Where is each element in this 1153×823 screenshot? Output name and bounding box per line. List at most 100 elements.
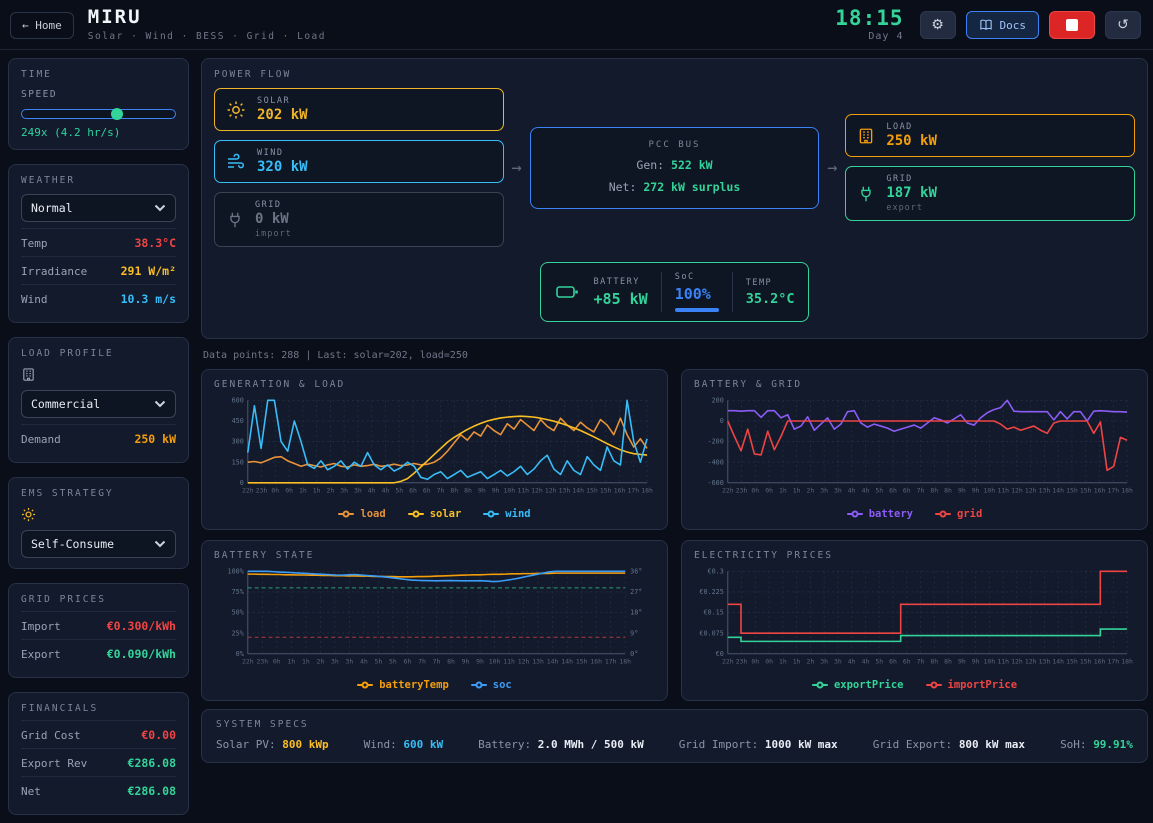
weather-rows: Temp 38.3°CIrradiance 291 W/m²Wind 10.3 … xyxy=(21,228,176,312)
legend-item-solar[interactable]: solar xyxy=(408,508,462,520)
speed-slider-thumb[interactable] xyxy=(111,108,123,120)
svg-text:4h: 4h xyxy=(382,487,390,495)
chart-legend: battery grid xyxy=(694,506,1135,523)
svg-text:3h: 3h xyxy=(346,658,354,666)
svg-text:-400: -400 xyxy=(708,458,724,466)
settings-button[interactable]: ⚙ xyxy=(920,11,956,39)
legend-item-importPrice[interactable]: importPrice xyxy=(926,679,1018,691)
kv-row: Export €0.090/kWh xyxy=(21,639,176,667)
charts-grid: GENERATION & LOAD 015030045060022h23h0h0… xyxy=(201,369,1148,701)
legend-marker-icon xyxy=(357,684,373,686)
reset-icon: ↺ xyxy=(1117,17,1129,33)
svg-text:16h: 16h xyxy=(614,487,626,495)
legend-item-grid[interactable]: grid xyxy=(935,508,982,520)
svg-text:9h: 9h xyxy=(492,487,500,495)
svg-text:13h: 13h xyxy=(1039,487,1051,495)
kv-row: Wind 10.3 m/s xyxy=(21,284,176,312)
financials-panel-title: FINANCIALS xyxy=(21,703,176,714)
spec-label: Battery: xyxy=(478,738,531,751)
svg-text:7h: 7h xyxy=(917,487,925,495)
kv-value: €0.00 xyxy=(141,728,176,742)
legend-label: importPrice xyxy=(948,679,1018,691)
financials-rows: Grid Cost €0.00Export Rev €286.08Net €28… xyxy=(21,720,176,804)
svg-text:17h: 17h xyxy=(605,658,617,666)
svg-text:9°: 9° xyxy=(630,629,638,637)
spec-label: Grid Import: xyxy=(679,738,758,751)
battery-grid-chart: 2000-200-400-60022h23h0h0h1h1h2h3h3h4h4h… xyxy=(694,394,1135,506)
legend-item-wind[interactable]: wind xyxy=(483,508,530,520)
legend-marker-icon xyxy=(847,513,863,515)
battery-state-chart-panel: BATTERY STATE 0%25%50%75%100%0°9°18°27°3… xyxy=(201,540,668,701)
power-flow-panel: POWER FLOW SOLAR 202 kW xyxy=(201,58,1148,339)
svg-text:11h: 11h xyxy=(997,487,1009,495)
kv-value: €286.08 xyxy=(128,784,176,798)
chart-legend: exportPrice importPrice xyxy=(694,677,1135,694)
spec-label: SoH: xyxy=(1060,738,1087,751)
solar-card-value: 202 kW xyxy=(257,107,308,123)
load-card-label: LOAD xyxy=(886,122,937,132)
pcc-bus-card: PCC BUS Gen: 522 kW Net: 272 kW surplus xyxy=(530,127,820,209)
time-panel: TIME SPEED 249x (4.2 hr/s) xyxy=(8,58,189,150)
svg-text:6h: 6h xyxy=(889,658,897,666)
svg-text:23h: 23h xyxy=(736,658,748,666)
svg-text:15h: 15h xyxy=(600,487,612,495)
svg-text:7h: 7h xyxy=(418,658,426,666)
back-arrow-icon: ← xyxy=(22,19,29,32)
spec-item: Grid Export: 800 kW max xyxy=(873,738,1025,751)
legend-label: load xyxy=(360,508,385,520)
svg-text:2h: 2h xyxy=(806,658,814,666)
svg-text:10h: 10h xyxy=(504,487,516,495)
docs-button[interactable]: Docs xyxy=(966,11,1040,39)
flow-arrow-left: → xyxy=(506,158,528,178)
legend-item-batteryTemp[interactable]: batteryTemp xyxy=(357,679,449,691)
svg-text:4h: 4h xyxy=(848,487,856,495)
svg-text:50%: 50% xyxy=(232,609,244,617)
speed-label: SPEED xyxy=(21,89,176,100)
legend-item-battery[interactable]: battery xyxy=(847,508,913,520)
load-profile-select[interactable]: Commercial xyxy=(21,390,176,418)
svg-text:8h: 8h xyxy=(464,487,472,495)
svg-text:€0.15: €0.15 xyxy=(703,609,723,617)
reset-button[interactable]: ↺ xyxy=(1105,11,1141,39)
speed-slider[interactable] xyxy=(21,109,176,119)
financials-panel: FINANCIALS Grid Cost €0.00Export Rev €28… xyxy=(8,692,189,815)
book-icon xyxy=(979,19,993,31)
svg-text:€0.075: €0.075 xyxy=(699,629,723,637)
ems-panel-title: EMS STRATEGY xyxy=(21,488,176,499)
svg-text:75%: 75% xyxy=(232,588,244,596)
grid-export-card: GRID 187 kW export xyxy=(845,166,1135,221)
legend-marker-icon xyxy=(471,684,487,686)
ems-strategy-select[interactable]: Self-Consume xyxy=(21,530,176,558)
svg-text:9h: 9h xyxy=(478,487,486,495)
svg-text:14h: 14h xyxy=(561,658,573,666)
legend-marker-icon xyxy=(935,513,951,515)
svg-text:10h: 10h xyxy=(984,487,996,495)
svg-text:17h: 17h xyxy=(627,487,639,495)
stop-button[interactable] xyxy=(1049,11,1095,39)
soc-value: 100% xyxy=(675,285,719,303)
svg-text:8h: 8h xyxy=(944,658,952,666)
chevron-down-icon xyxy=(154,204,166,212)
wind-card-value: 320 kW xyxy=(257,159,308,175)
svg-text:22h: 22h xyxy=(722,487,734,495)
load-profile-selected-value: Commercial xyxy=(31,397,100,411)
battery-label: BATTERY xyxy=(594,277,648,287)
svg-text:1h: 1h xyxy=(779,658,787,666)
svg-text:8h: 8h xyxy=(447,658,455,666)
svg-text:4h: 4h xyxy=(862,487,870,495)
svg-text:5h: 5h xyxy=(875,487,883,495)
load-card: LOAD 250 kW xyxy=(845,114,1135,157)
kv-label: Irradiance xyxy=(21,265,87,278)
weather-select[interactable]: Normal xyxy=(21,194,176,222)
electricity-prices-chart-panel: ELECTRICITY PRICES €0€0.075€0.15€0.225€0… xyxy=(681,540,1148,701)
svg-text:600: 600 xyxy=(232,397,244,405)
grid-prices-panel: GRID PRICES Import €0.300/kWhExport €0.0… xyxy=(8,583,189,678)
svg-text:17h: 17h xyxy=(1107,487,1119,495)
legend-item-load[interactable]: load xyxy=(338,508,385,520)
chart-title: BATTERY & GRID xyxy=(694,379,1135,390)
home-button[interactable]: ← Home xyxy=(10,12,74,39)
legend-item-exportPrice[interactable]: exportPrice xyxy=(812,679,904,691)
kv-value: €0.090/kWh xyxy=(107,647,176,661)
legend-item-soc[interactable]: soc xyxy=(471,679,512,691)
svg-text:11h: 11h xyxy=(503,658,515,666)
